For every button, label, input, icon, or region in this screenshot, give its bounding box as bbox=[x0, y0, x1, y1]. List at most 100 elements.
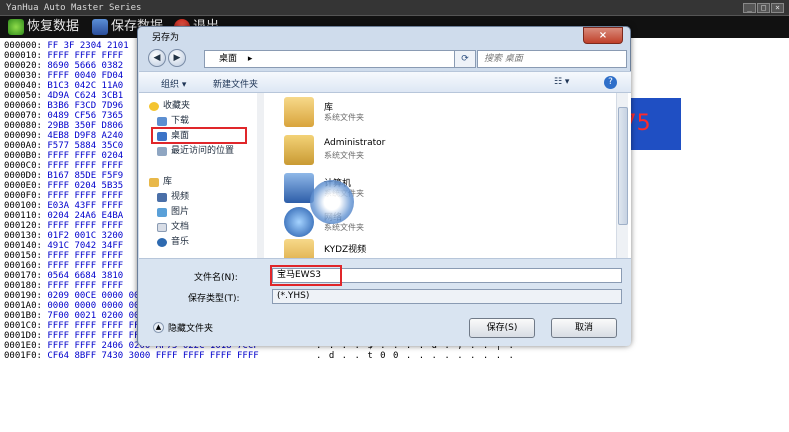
hex-row[interactable]: 000110: 0204 24A6 E4BA bbox=[4, 211, 123, 221]
organize-button[interactable]: 组织 ▾ bbox=[161, 77, 186, 90]
hex-bytes[interactable]: F577 5884 35C0 bbox=[47, 141, 123, 151]
hex-bytes[interactable]: FF 3F 2304 2101 bbox=[47, 41, 128, 51]
hex-bytes[interactable]: FFFF FFFF FFFF bbox=[47, 191, 123, 201]
save-button[interactable]: 保存(S) bbox=[469, 318, 535, 338]
nav-recent[interactable]: 最近访问的位置 bbox=[157, 144, 234, 158]
nav-libraries[interactable]: 库 bbox=[149, 175, 172, 189]
hex-bytes[interactable]: FFFF FFFF FFFF bbox=[47, 161, 123, 171]
hex-address: 000020: bbox=[4, 61, 42, 71]
hex-bytes[interactable]: 4EB8 D9F8 A240 bbox=[47, 131, 123, 141]
hex-bytes[interactable]: 0204 24A6 E4BA bbox=[47, 211, 123, 221]
restore-icon bbox=[8, 19, 24, 35]
file-list-scrollbar[interactable] bbox=[616, 93, 628, 258]
hex-row[interactable]: 000000: FF 3F 2304 2101 bbox=[4, 41, 129, 51]
hex-row[interactable]: 000010: FFFF FFFF FFFF bbox=[4, 51, 123, 61]
hex-bytes[interactable]: FFFF FFFF FFFF bbox=[47, 261, 123, 271]
hex-row[interactable]: 000060: B3B6 F3CD 7D96 bbox=[4, 101, 123, 111]
hex-row[interactable]: 000100: E03A 43FF FFFF bbox=[4, 201, 123, 211]
nav-downloads-label: 下载 bbox=[171, 116, 190, 126]
navigation-pane: 收藏夹 下载 桌面 最近访问的位置 库 视频 图片 文档 音乐 bbox=[139, 93, 264, 258]
hex-row[interactable]: 000070: 0489 CF56 7365 bbox=[4, 111, 123, 121]
hex-bytes[interactable]: CF64 8BFF 7430 3000 FFFF FFFF FFFF FFFF bbox=[47, 351, 258, 361]
hex-address: 0001B0: bbox=[4, 311, 42, 321]
hex-bytes[interactable]: 0489 CF56 7365 bbox=[47, 111, 123, 121]
app-title: YanHua Auto Master Series bbox=[6, 3, 142, 13]
refresh-icon[interactable]: ⟳ bbox=[454, 50, 476, 68]
hex-bytes[interactable]: FFFF 0040 FD04 bbox=[47, 71, 123, 81]
file-item-kydz-video[interactable]: KYDZ视频 bbox=[284, 239, 404, 258]
hex-bytes[interactable]: FFFF 0204 5B35 bbox=[47, 181, 123, 191]
hex-row[interactable]: 0000C0: FFFF FFFF FFFF bbox=[4, 161, 123, 171]
hex-row[interactable]: 0000D0: B167 85DE F5F9 bbox=[4, 171, 123, 181]
hex-bytes[interactable]: 491C 7042 34FF bbox=[47, 241, 123, 251]
hex-bytes[interactable]: FFFF FFFF FFFF bbox=[47, 51, 123, 61]
hex-row[interactable]: 0000E0: FFFF 0204 5B35 bbox=[4, 181, 123, 191]
hide-folders-toggle[interactable]: ▲ 隐藏文件夹 bbox=[153, 321, 213, 334]
file-item-administrator[interactable]: Administrator 系统文件夹 bbox=[284, 135, 404, 173]
nav-videos[interactable]: 视频 bbox=[157, 190, 189, 204]
nav-music[interactable]: 音乐 bbox=[157, 235, 189, 249]
hex-row[interactable]: 0000F0: FFFF FFFF FFFF bbox=[4, 191, 123, 201]
hex-bytes[interactable]: FFFF FFFF 0204 bbox=[47, 151, 123, 161]
back-icon[interactable]: ◀ bbox=[148, 49, 166, 67]
hex-row[interactable]: 000140: 491C 7042 34FF bbox=[4, 241, 123, 251]
hex-address: 000150: bbox=[4, 251, 42, 261]
view-options-button[interactable]: ☷ ▾ bbox=[554, 77, 569, 87]
star-icon bbox=[149, 101, 159, 111]
nav-downloads[interactable]: 下载 bbox=[157, 114, 189, 128]
hex-row[interactable]: 000170: 0564 6684 3810 bbox=[4, 271, 123, 281]
filetype-select[interactable]: (*.YHS) bbox=[272, 289, 622, 304]
new-folder-button[interactable]: 新建文件夹 bbox=[213, 77, 258, 90]
hex-row[interactable]: 000160: FFFF FFFF FFFF bbox=[4, 261, 123, 271]
hex-bytes[interactable]: 01F2 001C 3200 bbox=[47, 231, 123, 241]
hex-row[interactable]: 000120: FFFF FFFF FFFF bbox=[4, 221, 123, 231]
hex-row[interactable]: 0000B0: FFFF FFFF 0204 bbox=[4, 151, 123, 161]
search-input[interactable]: 搜索 桌面 bbox=[477, 50, 627, 68]
address-bar[interactable]: 桌面 ▸ bbox=[204, 50, 462, 68]
scrollbar-thumb[interactable] bbox=[618, 107, 628, 225]
dialog-close-button[interactable]: × bbox=[583, 27, 623, 44]
hex-bytes[interactable]: B3B6 F3CD 7D96 bbox=[47, 101, 123, 111]
hex-bytes[interactable]: 0564 6684 3810 bbox=[47, 271, 123, 281]
hex-row[interactable]: 000130: 01F2 001C 3200 bbox=[4, 231, 123, 241]
dialog-title: 另存为 bbox=[152, 33, 180, 43]
address-arrow-icon[interactable]: ▸ bbox=[248, 54, 253, 64]
save-as-dialog: 另存为 × ◀ ▶ 桌面 ▸ ⟳ 搜索 桌面 组织 ▾ 新建文件夹 ☷ ▾ ? … bbox=[137, 26, 631, 346]
hex-bytes[interactable]: FFFF FFFF FFFF bbox=[47, 281, 123, 291]
hex-row[interactable]: 000180: FFFF FFFF FFFF bbox=[4, 281, 123, 291]
hex-bytes[interactable]: 29BB 350F D806 bbox=[47, 121, 123, 131]
hex-row[interactable]: 000030: FFFF 0040 FD04 bbox=[4, 71, 123, 81]
cancel-button[interactable]: 取消 bbox=[551, 318, 617, 338]
nav-videos-label: 视频 bbox=[171, 192, 190, 202]
nav-scrollbar[interactable] bbox=[257, 93, 264, 258]
hex-bytes[interactable]: 8690 5666 0382 bbox=[47, 61, 123, 71]
app-title-bar: YanHua Auto Master Series _ □ × bbox=[0, 0, 789, 16]
nav-documents[interactable]: 文档 bbox=[157, 220, 189, 234]
file-item-library[interactable]: 库 系统文件夹 bbox=[284, 97, 404, 135]
nav-pictures[interactable]: 图片 bbox=[157, 205, 189, 219]
hex-row[interactable]: 000080: 29BB 350F D806 bbox=[4, 121, 123, 131]
restore-data-button[interactable]: 恢复数据 bbox=[8, 18, 79, 36]
maximize-button[interactable]: □ bbox=[757, 3, 770, 13]
hex-row[interactable]: 000040: B1C3 042C 11A0 bbox=[4, 81, 123, 91]
help-icon[interactable]: ? bbox=[604, 76, 617, 89]
hex-bytes[interactable]: E03A 43FF FFFF bbox=[47, 201, 123, 211]
hex-bytes[interactable]: B1C3 042C 11A0 bbox=[47, 81, 123, 91]
hex-bytes[interactable]: 4D9A C624 3CB1 bbox=[47, 91, 123, 101]
hex-row[interactable]: 000050: 4D9A C624 3CB1 bbox=[4, 91, 123, 101]
minimize-button[interactable]: _ bbox=[743, 3, 756, 13]
hex-bytes[interactable]: B167 85DE F5F9 bbox=[47, 171, 123, 181]
hex-bytes[interactable]: FFFF FFFF FFFF bbox=[47, 251, 123, 261]
forward-icon[interactable]: ▶ bbox=[168, 49, 186, 67]
nav-favorites[interactable]: 收藏夹 bbox=[149, 99, 190, 113]
library-folder-icon bbox=[284, 97, 314, 127]
hex-row[interactable]: 0000A0: F577 5884 35C0 bbox=[4, 141, 123, 151]
hex-address: 000030: bbox=[4, 71, 42, 81]
hex-row[interactable]: 000020: 8690 5666 0382 bbox=[4, 61, 123, 71]
hex-bytes[interactable]: FFFF FFFF FFFF bbox=[47, 221, 123, 231]
close-button[interactable]: × bbox=[771, 3, 784, 13]
hex-row[interactable]: 0001F0: CF64 8BFF 7430 3000 FFFF FFFF FF… bbox=[4, 351, 514, 361]
hex-address: 000110: bbox=[4, 211, 42, 221]
hex-row[interactable]: 000150: FFFF FFFF FFFF bbox=[4, 251, 123, 261]
hex-row[interactable]: 000090: 4EB8 D9F8 A240 bbox=[4, 131, 123, 141]
